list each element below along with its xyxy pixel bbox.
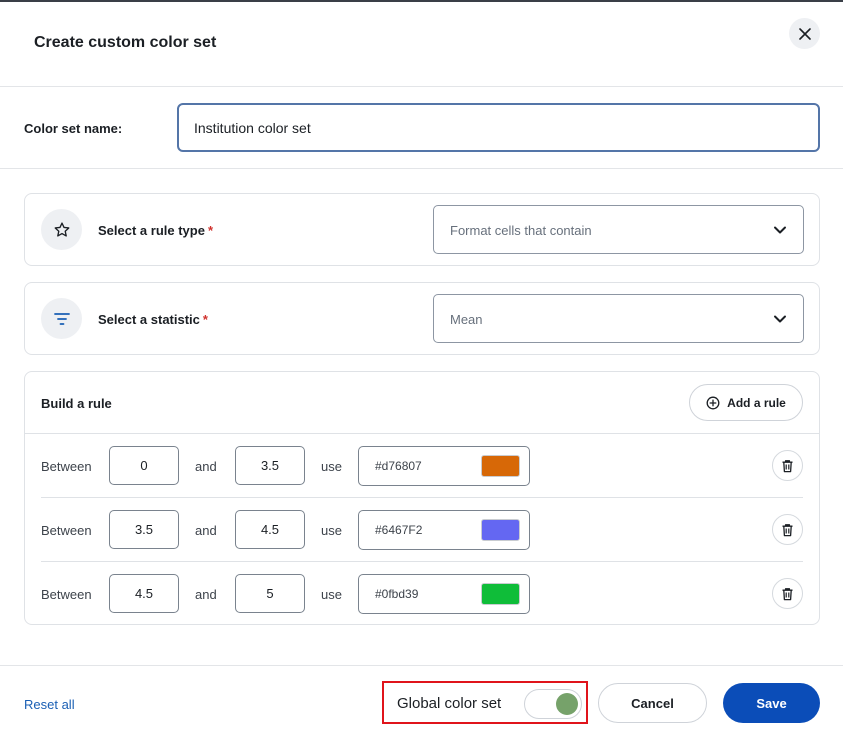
save-button[interactable]: Save [723, 683, 820, 723]
delete-rule-button[interactable] [772, 578, 803, 609]
trash-icon [782, 459, 793, 472]
rule-from-input[interactable] [109, 574, 179, 613]
add-rule-button[interactable]: Add a rule [689, 384, 803, 421]
close-icon [798, 27, 811, 40]
star-icon [54, 221, 69, 237]
rule-from-input[interactable] [109, 446, 179, 485]
add-rule-label: Add a rule [727, 395, 786, 410]
global-color-set-control: Global color set [382, 681, 588, 724]
dialog-title: Create custom color set [34, 34, 217, 51]
delete-rule-button[interactable] [772, 514, 803, 545]
dialog-footer: Reset all Global color set Cancel Save [0, 665, 843, 739]
use-label: use [321, 523, 342, 538]
color-swatch [481, 583, 520, 605]
required-mark: * [202, 312, 208, 327]
build-rule-header: Build a rule Add a rule [25, 372, 819, 434]
build-rule-card: Build a rule Add a rule Between and use … [24, 371, 820, 625]
color-swatch [481, 455, 520, 477]
between-label: Between [41, 523, 92, 538]
color-set-name-label: Color set name: [24, 121, 123, 136]
rule-type-label: Select a rule type * [98, 223, 213, 238]
rule-type-selected-value: Format cells that contain [450, 223, 592, 238]
rule-row: Between and use #0fbd39 [41, 562, 803, 626]
rule-type-select[interactable]: Format cells that contain [433, 205, 804, 254]
rule-type-icon-badge [41, 209, 82, 250]
and-label: and [195, 587, 217, 602]
plus-circle-icon [706, 396, 720, 409]
global-color-set-toggle[interactable] [524, 689, 582, 719]
statistic-label: Select a statistic * [98, 312, 208, 327]
rule-color-hex: #6467F2 [375, 523, 423, 537]
statistic-select[interactable]: Mean [433, 294, 804, 343]
rule-color-hex: #0fbd39 [375, 587, 419, 601]
required-mark: * [207, 223, 214, 238]
statistic-card: Select a statistic * Mean [24, 282, 820, 355]
rule-color-hex: #d76807 [375, 459, 422, 473]
rule-color-picker[interactable]: #6467F2 [358, 510, 530, 550]
color-swatch [481, 519, 520, 541]
between-label: Between [41, 459, 92, 474]
rule-row: Between and use #d76807 [41, 434, 803, 498]
and-label: and [195, 459, 217, 474]
global-color-set-label: Global color set [397, 695, 502, 712]
delete-rule-button[interactable] [772, 450, 803, 481]
close-button[interactable] [789, 18, 820, 49]
chevron-down-icon [774, 315, 786, 323]
toggle-knob [556, 693, 578, 715]
rule-color-picker[interactable]: #d76807 [358, 446, 530, 486]
rule-row: Between and use #6467F2 [41, 498, 803, 562]
statistic-label-text: Select a statistic [98, 312, 200, 327]
dialog-header: Create custom color set [0, 0, 843, 87]
statistic-icon-badge [41, 298, 82, 339]
rule-to-input[interactable] [235, 510, 305, 549]
rule-type-label-text: Select a rule type [98, 223, 205, 238]
statistic-selected-value: Mean [450, 312, 483, 327]
use-label: use [321, 459, 342, 474]
rule-color-picker[interactable]: #0fbd39 [358, 574, 530, 614]
rule-type-card: Select a rule type * Format cells that co… [24, 193, 820, 266]
create-color-set-dialog: Create custom color set Color set name: … [0, 0, 843, 739]
trash-icon [782, 523, 793, 536]
cancel-button[interactable]: Cancel [598, 683, 707, 723]
rule-from-input[interactable] [109, 510, 179, 549]
chevron-down-icon [774, 226, 786, 234]
rule-to-input[interactable] [235, 574, 305, 613]
use-label: use [321, 587, 342, 602]
build-rule-title: Build a rule [41, 396, 112, 411]
rule-to-input[interactable] [235, 446, 305, 485]
filter-icon [53, 312, 70, 325]
color-set-name-input[interactable] [177, 103, 820, 152]
between-label: Between [41, 587, 92, 602]
color-set-name-row: Color set name: [0, 87, 843, 169]
and-label: and [195, 523, 217, 538]
reset-all-link[interactable]: Reset all [24, 697, 75, 712]
trash-icon [782, 587, 793, 600]
